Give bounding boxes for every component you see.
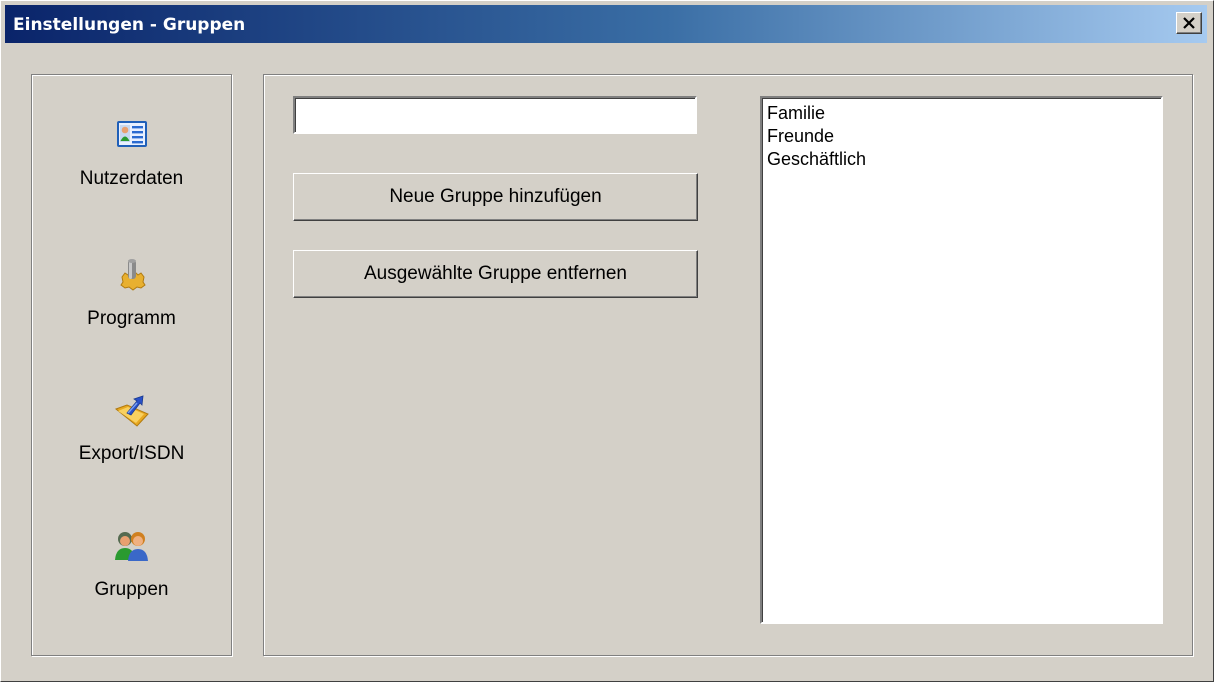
title-bar[interactable]: Einstellungen - Gruppen: [5, 5, 1207, 43]
sidebar-item-gruppen[interactable]: Gruppen: [32, 528, 231, 638]
add-group-button[interactable]: Neue Gruppe hinzufügen: [293, 173, 698, 221]
sidebar-item-label: Export/ISDN: [78, 443, 185, 464]
close-icon: [1183, 17, 1195, 29]
user-card-icon: [115, 117, 149, 151]
group-name-input[interactable]: [293, 96, 697, 134]
close-button[interactable]: [1176, 12, 1202, 34]
groups-listbox[interactable]: Familie Freunde Geschäftlich: [760, 96, 1163, 624]
export-folder-icon: [114, 392, 149, 427]
sidebar-item-label: Programm: [87, 308, 176, 329]
program-settings-icon: [115, 257, 149, 291]
sidebar-item-export-isdn[interactable]: Export/ISDN: [32, 392, 231, 502]
window-title: Einstellungen - Gruppen: [13, 15, 246, 35]
list-item[interactable]: Freunde: [767, 125, 1161, 148]
list-item[interactable]: Familie: [767, 102, 1161, 125]
sidebar-item-programm[interactable]: Programm: [32, 257, 231, 367]
remove-group-button[interactable]: Ausgewählte Gruppe entfernen: [293, 250, 698, 298]
sidebar-item-label: Nutzerdaten: [79, 168, 184, 189]
list-item[interactable]: Geschäftlich: [767, 148, 1161, 171]
sidebar-item-nutzerdaten[interactable]: Nutzerdaten: [32, 117, 231, 227]
settings-window: Einstellungen - Gruppen Nutzerdaten Prog…: [0, 0, 1214, 682]
sidebar-item-label: Gruppen: [94, 579, 169, 600]
group-users-icon: [115, 528, 149, 562]
